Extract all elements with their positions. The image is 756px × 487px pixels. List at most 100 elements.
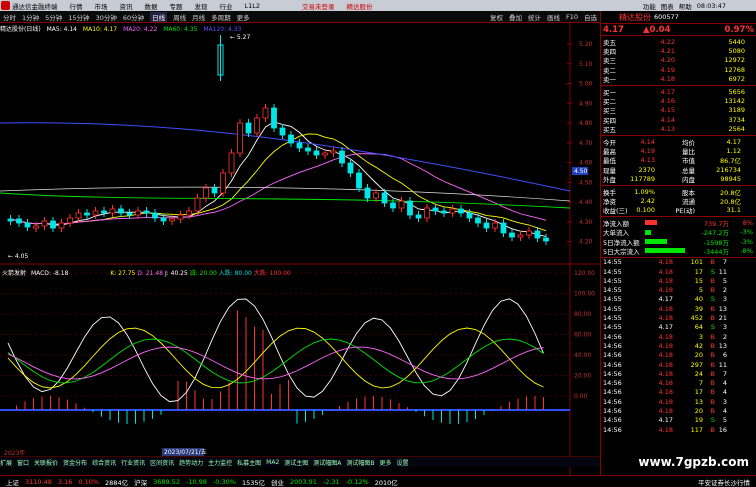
menu-l1l2[interactable]: L1L2 — [245, 2, 261, 10]
candle-body — [92, 210, 99, 216]
menu-discover[interactable]: 发现 — [195, 1, 208, 11]
candle-body — [509, 232, 515, 238]
stock-name: 精达股份 — [619, 12, 651, 22]
candle-body — [398, 200, 405, 209]
kline-chart[interactable]: 5.205.105.004.904.804.704.604.504.404.30… — [0, 23, 600, 475]
stats2-row: 收益(三) 0.100 PE(动) 31.1 — [601, 206, 756, 215]
tab-2[interactable]: 关联报价 — [34, 458, 58, 467]
candle-body — [186, 210, 192, 216]
buys-price: 4.17 — [660, 87, 675, 96]
candle-body — [254, 117, 260, 134]
sells-volume: 12972 — [724, 56, 745, 65]
tick-list[interactable]: 14:55 4.18 101 B 7 14:55 4.18 17 S 11 14:55 4.18 15 B… — [601, 258, 756, 435]
tick-count: 7 — [722, 369, 727, 378]
buys-row: 买三 4.15 3189 — [601, 106, 756, 115]
stats-button[interactable]: 统计 — [528, 12, 541, 22]
candle-body — [466, 212, 473, 219]
tick-price: 4.17 — [658, 416, 673, 425]
menu-function[interactable]: 功能 — [643, 1, 656, 11]
tab-15[interactable]: 设置 — [397, 458, 409, 467]
period-tick[interactable]: 分时 — [3, 12, 16, 22]
tab-11[interactable]: 测试主图 — [284, 458, 308, 467]
period-multi[interactable]: 多周期 — [211, 12, 231, 22]
login-status[interactable]: 交易未登录 — [302, 1, 335, 11]
index-amount-sh: 2884亿 — [105, 478, 129, 487]
draw-button[interactable]: 画线 — [547, 12, 560, 22]
watchlist-button[interactable]: 自选 — [584, 12, 597, 22]
tab-9[interactable]: 私募主图 — [237, 458, 261, 467]
osc-tick-label: 80.00 — [574, 311, 591, 318]
tick-volume: 42 — [694, 341, 703, 350]
period-weekly[interactable]: 周线 — [173, 12, 186, 22]
candle-body — [449, 208, 456, 214]
candle-body — [322, 152, 328, 156]
tick-side: B — [710, 286, 715, 295]
tick-row: 14:56 4.18 24 B 7 — [601, 369, 756, 378]
stats-label2: 内盘 — [682, 176, 695, 185]
sells-volume: 5080 — [728, 47, 745, 56]
tick-price: 4.18 — [658, 314, 673, 323]
tab-8[interactable]: 主力监控 — [208, 458, 232, 467]
period-1min[interactable]: 1分钟 — [22, 12, 39, 22]
period-more[interactable]: 更多 — [237, 12, 250, 22]
tab-12[interactable]: 测试幅图A — [313, 458, 341, 467]
tab-14[interactable]: 更多 — [380, 458, 392, 467]
tick-volume: 19 — [694, 416, 703, 425]
tick-row: 14:56 4.18 42 B 13 — [601, 341, 756, 350]
candle-body — [16, 218, 22, 224]
tick-row: 14:56 4.18 297 B 11 — [601, 360, 756, 369]
period-daily[interactable]: 日线 — [150, 11, 168, 22]
f10-button[interactable]: F10 — [566, 13, 578, 21]
period-5min[interactable]: 5分钟 — [45, 12, 62, 22]
period-60min[interactable]: 60分钟 — [123, 12, 144, 22]
tick-price: 4.18 — [658, 351, 673, 360]
tick-count: 21 — [718, 314, 727, 323]
stats-row: 最高 4.19 量比 1.12 — [601, 146, 756, 156]
stats-value2: 216734 — [716, 165, 741, 174]
menu-help[interactable]: 帮助 — [679, 1, 692, 11]
tab-10[interactable]: MA2 — [266, 459, 279, 466]
tick-row: 14:55 4.18 5 B 2 — [601, 285, 756, 294]
pct-change: 0.97% — [724, 24, 755, 35]
menu-topics[interactable]: 专题 — [170, 1, 183, 11]
watermark: www.7gpzb.com — [635, 455, 752, 469]
tab-7[interactable]: 趋势动力 — [179, 458, 203, 467]
tab-0[interactable]: 扩展 — [0, 458, 12, 467]
tick-side: S — [710, 267, 715, 276]
tab-6[interactable]: 区间资讯 — [150, 458, 174, 467]
tab-3[interactable]: 资金分布 — [63, 458, 87, 467]
tab-5[interactable]: 行业资讯 — [121, 458, 145, 467]
sells-row: 卖一 4.18 6972 — [601, 75, 756, 84]
y-tick-label: 4.50 — [579, 179, 593, 186]
adjust-button[interactable]: 复权 — [490, 12, 503, 22]
tick-volume: 39 — [694, 304, 703, 313]
candle-body — [109, 208, 116, 214]
promo-stock[interactable]: 精达股份 — [347, 1, 373, 11]
menu-data[interactable]: 数据 — [145, 1, 158, 11]
menu-news[interactable]: 资讯 — [120, 1, 133, 11]
candle-body — [169, 218, 175, 222]
period-monthly[interactable]: 月线 — [192, 12, 205, 22]
tab-13[interactable]: 测试幅图B — [346, 458, 374, 467]
period-30min[interactable]: 30分钟 — [96, 12, 117, 22]
menu-industry[interactable]: 行业 — [220, 1, 233, 11]
tab-4[interactable]: 综合资讯 — [92, 458, 116, 467]
sell-book: 卖五 4.22 5440 卖四 4.21 5080 卖三 4.20 12972 卖二 4.19 127… — [601, 36, 756, 86]
period-15min[interactable]: 15分钟 — [68, 12, 89, 22]
date-label-cursor: 2023/07/21/五 — [164, 449, 207, 456]
tick-time: 14:56 — [603, 341, 622, 350]
tick-volume: 117 — [690, 425, 703, 434]
buys-price: 4.13 — [660, 125, 675, 134]
index-ticker: 上证 3110.48 3.16 0.10% 2884亿 沪深 3689.52 -… — [0, 475, 756, 487]
overlay-button[interactable]: 叠加 — [509, 12, 522, 22]
candle-body — [313, 150, 320, 156]
menu-market[interactable]: 市场 — [95, 1, 108, 11]
menu-chart[interactable]: 图表 — [661, 1, 674, 11]
tick-row: 14:55 4.18 452 B 21 — [601, 313, 756, 322]
candle-body — [339, 150, 345, 164]
tick-row: 14:56 4.17 19 S 5 — [601, 416, 756, 425]
tab-1[interactable]: 窗口 — [17, 458, 29, 467]
sells-row: 卖三 4.20 12972 — [601, 56, 756, 65]
tick-side: B — [710, 388, 715, 397]
menu-quotes[interactable]: 行情 — [70, 1, 83, 11]
